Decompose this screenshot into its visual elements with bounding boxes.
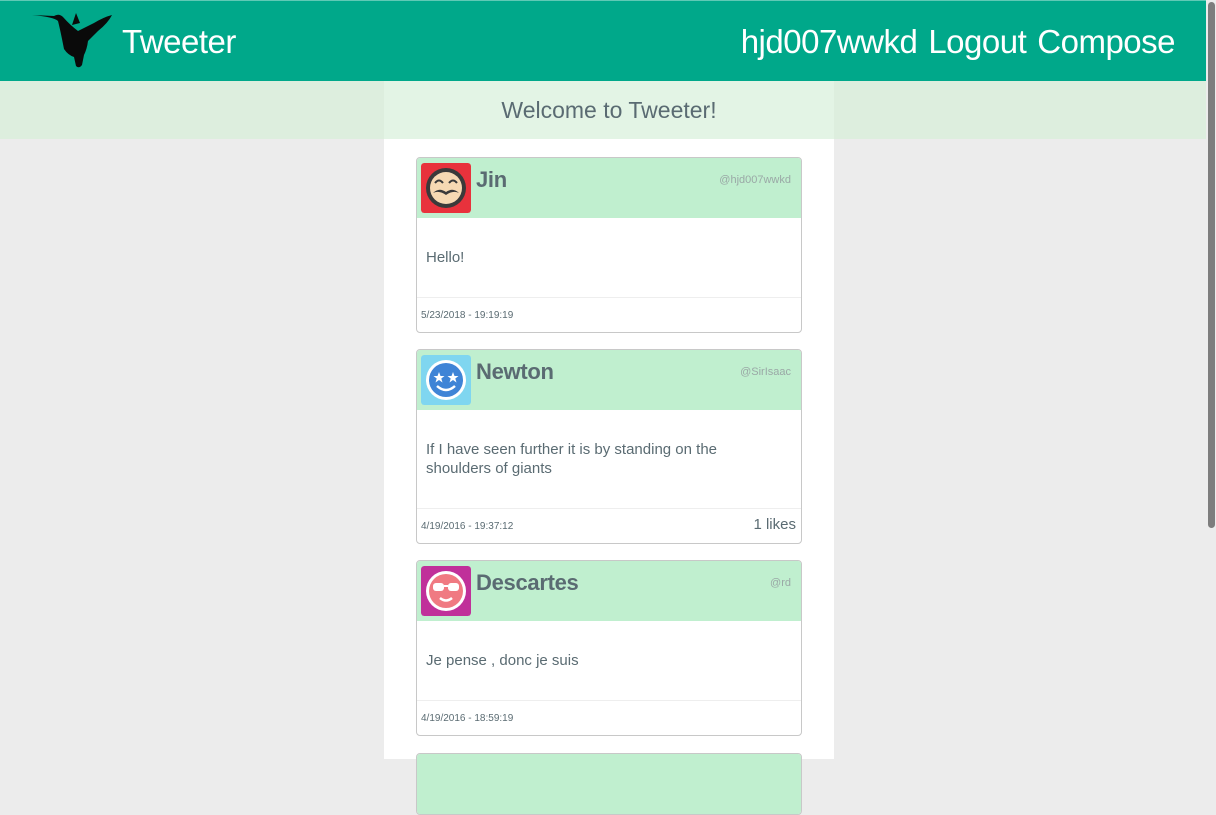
tweet-author-handle[interactable]: @SirIsaac — [740, 366, 791, 378]
tweet-author-handle[interactable]: @rd — [770, 577, 791, 589]
tweet-card: Jin @hjd007wwkd Hello! 5/23/2018 - 19:19… — [416, 157, 802, 333]
sunglasses-face-icon[interactable] — [421, 566, 471, 616]
brand-title[interactable]: Tweeter — [122, 23, 236, 61]
tweet-timestamp: 4/19/2016 - 18:59:19 — [421, 713, 514, 724]
tweet-header: Jin @hjd007wwkd — [417, 158, 801, 218]
tweet-footer: 4/19/2016 - 18:59:19 — [417, 701, 801, 735]
tweet-timestamp: 4/19/2016 - 19:37:12 — [421, 521, 514, 532]
tweet-header: Descartes @rd — [417, 561, 801, 621]
hummingbird-icon[interactable] — [32, 11, 114, 69]
star-eyes-face-icon[interactable] — [421, 355, 471, 405]
tweet-footer: 5/23/2018 - 19:19:19 — [417, 298, 801, 332]
like-count[interactable]: 1 likes — [753, 516, 796, 533]
tweet-timestamp: 5/23/2018 - 19:19:19 — [421, 310, 514, 321]
tweet-header — [417, 754, 801, 814]
scrollbar-track[interactable] — [1206, 0, 1216, 759]
tweet-header: Newton @SirIsaac — [417, 350, 801, 410]
logout-link[interactable]: Logout — [928, 23, 1026, 61]
tweet-text: Je pense , donc je suis — [417, 621, 801, 701]
tweet-feed: Jin @hjd007wwkd Hello! 5/23/2018 - 19:19… — [384, 139, 834, 815]
tweet-author-name[interactable]: Jin — [476, 167, 507, 193]
navbar: Tweeter hjd007wwkd Logout Compose — [0, 0, 1216, 81]
nav-links: hjd007wwkd Logout Compose — [741, 23, 1176, 61]
tweet-footer: 4/19/2016 - 19:37:12 1 likes — [417, 509, 801, 543]
compose-link[interactable]: Compose — [1037, 23, 1175, 61]
tweet-text: If I have seen further it is by standing… — [417, 410, 801, 509]
welcome-heading: Welcome to Tweeter! — [384, 81, 834, 139]
tweet-card — [416, 753, 802, 815]
username-link[interactable]: hjd007wwkd — [741, 23, 918, 61]
tweet-author-handle[interactable]: @hjd007wwkd — [719, 174, 791, 186]
tweet-card: Newton @SirIsaac If I have seen further … — [416, 349, 802, 544]
tweet-author-name[interactable]: Newton — [476, 359, 554, 385]
tweet-text: Hello! — [417, 218, 801, 298]
tweet-author-name[interactable]: Descartes — [476, 570, 579, 596]
tweet-card: Descartes @rd Je pense , donc je suis 4/… — [416, 560, 802, 736]
scrollbar-thumb[interactable] — [1208, 2, 1215, 528]
mustache-face-icon[interactable] — [421, 163, 471, 213]
